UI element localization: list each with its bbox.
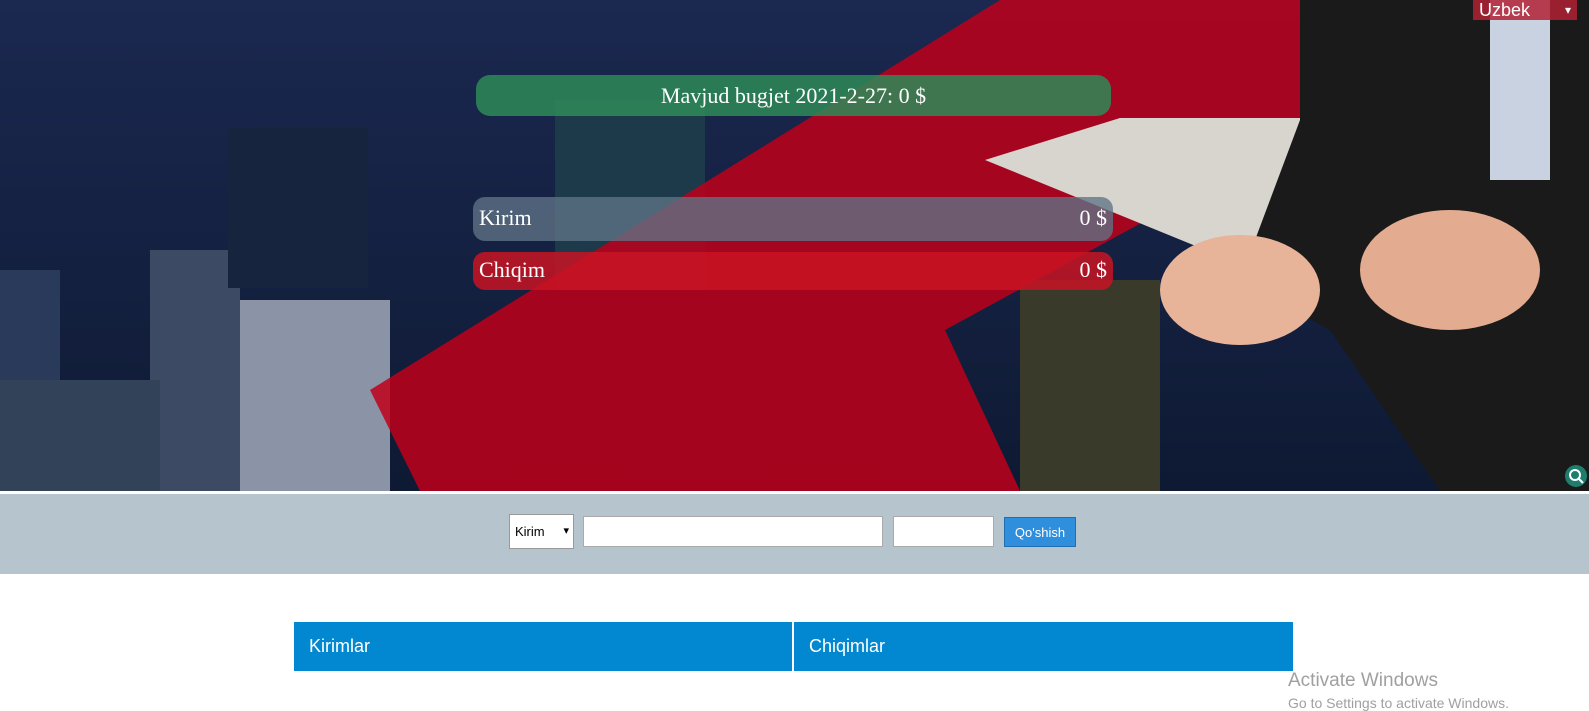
watermark-title: Activate Windows — [1288, 670, 1438, 691]
zoom-icon[interactable] — [1565, 465, 1587, 487]
expense-list-header: Chiqimlar — [794, 622, 1293, 671]
windows-activation-watermark: Activate Windows Go to Settings to activ… — [1288, 670, 1509, 711]
type-select-value: Kirim — [515, 524, 545, 539]
current-budget: Mavjud bugjet 2021-2-27: 0 $ — [476, 75, 1111, 116]
expense-value: 0 $ — [1079, 257, 1108, 282]
income-list-header: Kirimlar — [294, 622, 792, 671]
chevron-down-icon: ▾ — [1564, 3, 1571, 17]
income-value: 0 $ — [1079, 205, 1108, 230]
add-button[interactable]: Qo'shish — [1004, 517, 1076, 547]
language-select-value: Uzbek — [1479, 0, 1531, 20]
expense-summary: Chiqim 0 $ — [473, 252, 1113, 290]
income-label: Kirim — [479, 205, 532, 230]
entry-form: Kirim ▾ Qo'shish — [0, 494, 1589, 574]
amount-input[interactable] — [893, 516, 994, 547]
chevron-down-icon: ▾ — [563, 525, 569, 537]
language-select[interactable]: Uzbek ▾ — [1473, 0, 1577, 20]
expense-label: Chiqim — [479, 257, 546, 282]
watermark-subtitle: Go to Settings to activate Windows. — [1288, 695, 1509, 711]
hero-background — [0, 0, 1589, 491]
type-select[interactable]: Kirim ▾ — [509, 514, 574, 549]
hero-banner: Uzbek ▾ Mavjud bugjet 2021-2-27: 0 $ Kir… — [0, 0, 1589, 491]
description-input[interactable] — [583, 516, 883, 547]
income-summary: Kirim 0 $ — [473, 197, 1113, 241]
